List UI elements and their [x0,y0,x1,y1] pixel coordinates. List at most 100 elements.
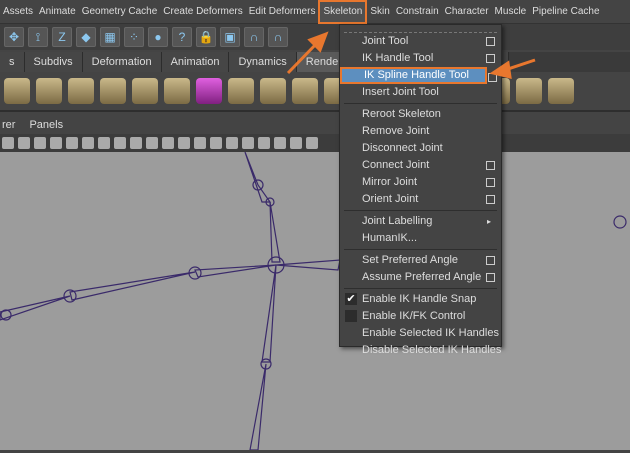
menu-create-deformers[interactable]: Create Deformers [160,2,245,22]
menu-item-joint-labelling[interactable]: Joint Labelling ▸ [340,213,501,230]
option-box-icon[interactable] [486,37,495,46]
panel-menu-renderer[interactable]: rer [2,116,15,134]
panel-toolbar-icon[interactable] [226,137,238,149]
toolbar-button[interactable]: ▣ [220,27,240,47]
shelf-tool-icon[interactable] [132,78,158,104]
panel-toolbar-icon[interactable] [98,137,110,149]
shelf-tab[interactable]: Dynamics [229,52,297,72]
menu-constrain[interactable]: Constrain [393,2,442,22]
shelf-tool-icon[interactable] [548,78,574,104]
tear-off-handle[interactable] [344,25,497,33]
menu-skeleton[interactable]: Skeleton [318,0,368,24]
toolbar-button[interactable]: ⁘ [124,27,144,47]
toolbar-button[interactable]: Z [52,27,72,47]
option-box-icon[interactable] [486,178,495,187]
panel-toolbar-icon[interactable] [2,137,14,149]
option-box-icon[interactable] [486,256,495,265]
panel-toolbar-icon[interactable] [258,137,270,149]
menu-item-connect-joint[interactable]: Connect Joint [340,157,501,174]
shelf-tool-icon[interactable] [516,78,542,104]
menu-item-disconnect-joint[interactable]: Disconnect Joint [340,140,501,157]
shelf-tool-icon[interactable] [36,78,62,104]
toolbar-button[interactable]: 🔒 [196,27,216,47]
menu-character[interactable]: Character [442,2,492,22]
panel-toolbar-icon[interactable] [130,137,142,149]
checkbox-icon[interactable] [345,310,357,322]
panel-toolbar-icon[interactable] [50,137,62,149]
menu-item-label: Set Preferred Angle [362,254,459,266]
shelf-tab[interactable]: Animation [161,52,230,72]
menu-item-set-preferred-angle[interactable]: Set Preferred Angle [340,252,501,269]
option-box-icon[interactable] [488,73,497,82]
menu-item-orient-joint[interactable]: Orient Joint [340,191,501,208]
toolbar-button[interactable]: ∩ [244,27,264,47]
toolbar-button[interactable]: ● [148,27,168,47]
menu-item-label: Enable IK Handle Snap [362,293,477,305]
menu-geometry-cache[interactable]: Geometry Cache [79,2,161,22]
panel-toolbar-icon[interactable] [194,137,206,149]
menu-item-disable-selected-ik-handles[interactable]: Disable Selected IK Handles [340,342,501,359]
shelf-tool-icon[interactable] [68,78,94,104]
shelf-tool-icon[interactable] [260,78,286,104]
checkmark-icon[interactable]: ✔ [345,293,357,305]
panel-toolbar-icon[interactable] [82,137,94,149]
menu-item-remove-joint[interactable]: Remove Joint [340,123,501,140]
panel-toolbar-icon[interactable] [34,137,46,149]
menu-separator [344,288,497,289]
shelf-tab[interactable]: Subdivs [24,52,83,72]
shelf-tool-icon[interactable] [292,78,318,104]
toolbar-button[interactable]: ∩ [268,27,288,47]
shelf-tool-icon[interactable] [100,78,126,104]
panel-toolbar-icon[interactable] [306,137,318,149]
menu-item-enable-ik-handle-snap[interactable]: Enable IK Handle Snap ✔ [340,291,501,308]
panel-menu: rer Panels [0,116,630,134]
menu-muscle[interactable]: Muscle [492,2,530,22]
shelf [0,72,630,112]
toolbar-button[interactable]: ✥ [4,27,24,47]
menu-edit-deformers[interactable]: Edit Deformers [246,2,319,22]
shelf-tool-icon[interactable] [4,78,30,104]
menu-item-ik-handle-tool[interactable]: IK Handle Tool [340,50,501,67]
panel-toolbar-icon[interactable] [242,137,254,149]
menu-item-label: IK Spline Handle Tool [364,69,469,81]
panel-toolbar-icon[interactable] [66,137,78,149]
panel-toolbar-icon[interactable] [146,137,158,149]
menu-pipeline-cache[interactable]: Pipeline Cache [529,2,602,22]
panel-toolbar-icon[interactable] [18,137,30,149]
panel-toolbar-icon[interactable] [210,137,222,149]
shelf-tool-icon[interactable] [164,78,190,104]
toolbar-button[interactable]: ▦ [100,27,120,47]
menu-item-humanik-[interactable]: HumanIK... [340,230,501,247]
panel-toolbar-icon[interactable] [290,137,302,149]
menu-item-ik-spline-handle-tool[interactable]: IK Spline Handle Tool [340,67,497,84]
option-box-icon[interactable] [486,161,495,170]
panel-menu-panels[interactable]: Panels [29,116,63,134]
option-box-icon[interactable] [486,54,495,63]
shelf-tool-icon[interactable] [228,78,254,104]
menu-item-enable-ik-fk-control[interactable]: Enable IK/FK Control [340,308,501,325]
panel-toolbar-icon[interactable] [114,137,126,149]
menu-item-assume-preferred-angle[interactable]: Assume Preferred Angle [340,269,501,286]
toolbar-button[interactable]: ? [172,27,192,47]
shelf-tool-icon[interactable] [196,78,222,104]
panel-toolbar-icon[interactable] [274,137,286,149]
menu-assets[interactable]: Assets [0,2,36,22]
menu-item-label: HumanIK... [362,232,418,244]
menu-item-enable-selected-ik-handles[interactable]: Enable Selected IK Handles [340,325,501,342]
option-box-icon[interactable] [486,273,495,282]
panel-toolbar-icon[interactable] [178,137,190,149]
shelf-tab[interactable]: s [0,52,25,72]
menu-item-mirror-joint[interactable]: Mirror Joint [340,174,501,191]
menu-item-reroot-skeleton[interactable]: Reroot Skeleton [340,106,501,123]
menu-animate[interactable]: Animate [36,2,79,22]
panel-toolbar-icon[interactable] [162,137,174,149]
menu-skin[interactable]: Skin [367,2,392,22]
menu-item-insert-joint-tool[interactable]: Insert Joint Tool [340,84,501,101]
status-toolbar: ✥ ⟟ Z ◆ ▦ ⁘ ●? 🔒 ▣ ∩ ∩ [0,24,630,50]
viewport[interactable] [0,151,630,451]
menu-item-joint-tool[interactable]: Joint Tool [340,33,501,50]
shelf-tab[interactable]: Deformation [82,52,162,72]
toolbar-button[interactable]: ◆ [76,27,96,47]
option-box-icon[interactable] [486,195,495,204]
toolbar-button[interactable]: ⟟ [28,27,48,47]
